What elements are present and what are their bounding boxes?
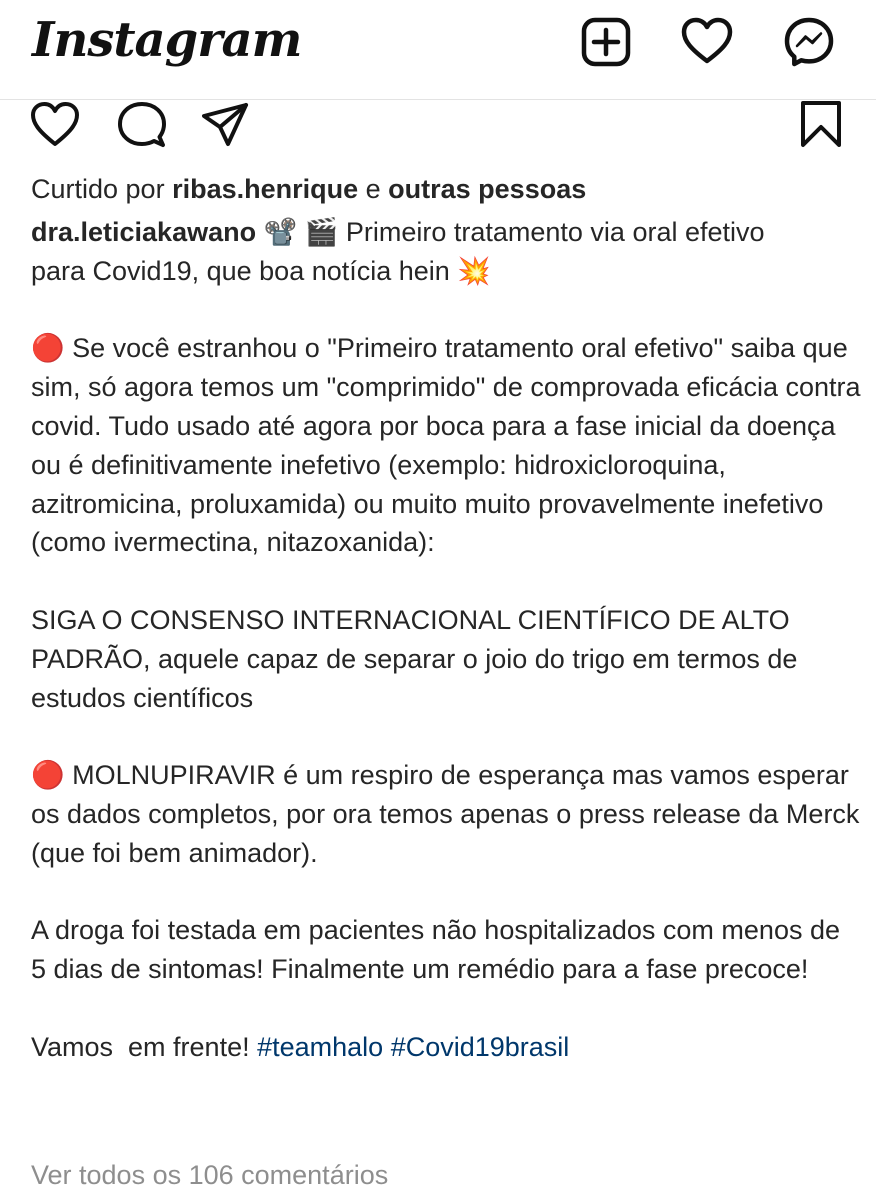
caption-closing-text: Vamos em frente! [31, 1031, 258, 1062]
caption-first-line: 📽️ 🎬 Primeiro tratamento via oral efetiv… [256, 217, 765, 247]
likes-summary: Curtido por ribas.henrique e outras pess… [31, 170, 586, 208]
caption-closing: Vamos em frente! #teamhalo #Covid19brasi… [31, 1028, 861, 1067]
hashtag-covid19brasil[interactable]: #Covid19brasil [391, 1032, 570, 1062]
caption-paragraph-1: 🔴 Se você estranhou o "Primeiro tratamen… [31, 333, 869, 558]
instagram-logo[interactable]: Instagram [32, 12, 302, 68]
post-actions-bar [0, 100, 876, 156]
likes-others-link[interactable]: outras pessoas [388, 174, 586, 204]
hashtag-teamhalo[interactable]: #teamhalo [257, 1032, 383, 1062]
post-caption: dra.leticiakawano 📽️ 🎬 Primeiro tratamen… [31, 213, 861, 1067]
caption-paragraph-3: 🔴 MOLNUPIRAVIR é um respiro de esperança… [31, 760, 867, 868]
caption-line-2: para Covid19, que boa notícia hein 💥 [31, 255, 491, 286]
likes-prefix: Curtido por [31, 174, 173, 204]
messenger-icon[interactable] [783, 16, 835, 68]
like-heart-icon[interactable] [30, 100, 80, 150]
caption-paragraph-2: SIGA O CONSENSO INTERNACIONAL CIENTÍFICO… [31, 604, 805, 713]
caption-paragraph-4: A droga foi testada em pacientes não hos… [31, 915, 848, 985]
liker-username[interactable]: ribas.henrique [172, 174, 358, 204]
view-all-comments-link[interactable]: Ver todos os 106 comentários [31, 1156, 388, 1194]
share-icon[interactable] [200, 100, 250, 150]
caption-username[interactable]: dra.leticiakawano [31, 217, 256, 247]
likes-connector: e [358, 174, 389, 204]
new-post-icon[interactable] [580, 16, 632, 68]
comment-icon[interactable] [117, 100, 167, 150]
top-bar: Instagram [0, 0, 876, 100]
save-bookmark-icon[interactable] [796, 100, 846, 150]
activity-heart-icon[interactable] [681, 16, 733, 68]
caption-line-1: dra.leticiakawano 📽️ 🎬 Primeiro tratamen… [31, 213, 861, 252]
